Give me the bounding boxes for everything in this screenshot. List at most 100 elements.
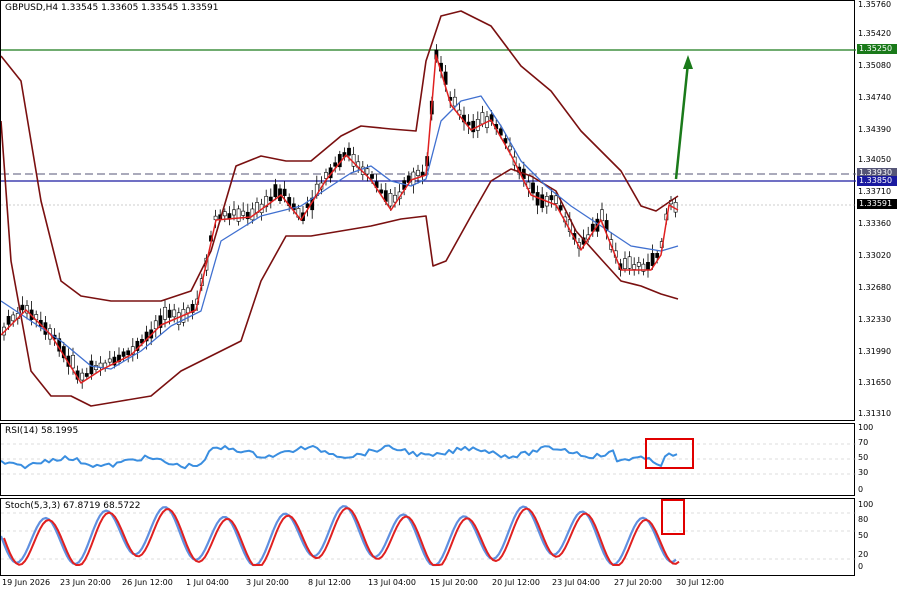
time-tick: 26 Jun 12:00 — [122, 578, 173, 587]
candle-body — [121, 351, 126, 357]
time-axis: 19 Jun 2026 23 Jun 20:00 26 Jun 12:00 1 … — [0, 578, 855, 593]
price-tag-support: 1.33850 — [857, 176, 897, 186]
stoch-d-line — [3, 507, 680, 566]
price-tick: 1.31990 — [858, 347, 892, 356]
time-tick: 13 Jul 04:00 — [368, 578, 416, 587]
candle-body — [186, 307, 190, 314]
candle-body — [480, 112, 485, 125]
price-tick: 1.33360 — [858, 219, 892, 228]
time-tick: 20 Jul 12:00 — [492, 578, 540, 587]
rsi-tick: 0 — [858, 485, 864, 494]
candle-body — [554, 195, 558, 204]
symbol-title: GBPUSD,H4 1.33545 1.33605 1.33545 1.3359… — [5, 3, 219, 13]
rsi-axis: 100 70 50 30 0 — [856, 423, 900, 496]
candle-body — [388, 193, 393, 207]
target-arrow-head — [683, 55, 693, 69]
price-tick: 1.34740 — [858, 93, 892, 102]
stoch-axis: 100 80 50 20 0 — [856, 498, 900, 576]
time-tick: 1 Jul 04:00 — [186, 578, 229, 587]
candle-body — [549, 195, 554, 201]
candle-body — [655, 253, 660, 258]
candle-body — [623, 258, 627, 269]
candle-body — [153, 320, 158, 330]
candle-body — [11, 314, 16, 322]
candle-body — [452, 96, 457, 107]
candle-body — [650, 253, 655, 266]
candle-body — [84, 373, 89, 377]
price-tick: 1.33020 — [858, 251, 892, 260]
candle-body — [370, 174, 374, 179]
rsi-tick: 70 — [858, 438, 869, 447]
price-tick: 1.35080 — [858, 61, 892, 70]
rsi-title: RSI(14) 58.1995 — [5, 426, 79, 436]
price-tick: 1.31650 — [858, 378, 892, 387]
rsi-tick: 50 — [858, 453, 869, 462]
price-axis: 1.35760 1.35420 1.35080 1.34740 1.34390 … — [856, 0, 900, 421]
target-arrow-shaft — [674, 62, 690, 180]
candle-body — [163, 306, 167, 320]
candle-body — [71, 354, 75, 369]
price-tick: 1.34050 — [858, 155, 892, 164]
candle-body — [347, 147, 351, 156]
rsi-tick: 30 — [858, 468, 869, 477]
candle-body — [282, 188, 287, 196]
time-tick: 23 Jun 20:00 — [60, 578, 111, 587]
stoch-highlight-box — [661, 499, 685, 535]
price-tick: 1.35420 — [858, 29, 892, 38]
candle-body — [241, 210, 246, 216]
rsi-pane[interactable]: RSI(14) 58.1995 — [0, 423, 856, 497]
candle-body — [365, 168, 370, 175]
rsi-chart[interactable] — [1, 424, 856, 497]
stoch-tick: 50 — [858, 531, 869, 540]
price-tick: 1.34390 — [858, 125, 892, 134]
price-chart[interactable] — [1, 1, 856, 422]
candle-body — [627, 256, 632, 269]
time-tick: 27 Jul 20:00 — [614, 578, 662, 587]
candle-body — [475, 119, 480, 131]
time-tick: 23 Jul 04:00 — [552, 578, 600, 587]
time-tick: 8 Jul 12:00 — [308, 578, 351, 587]
candle-body — [636, 262, 641, 267]
main-chart-pane[interactable]: GBPUSD,H4 1.33545 1.33605 1.33545 1.3359… — [0, 0, 856, 422]
time-tick: 3 Jul 20:00 — [246, 578, 289, 587]
stoch-tick: 0 — [858, 562, 864, 571]
candle-body — [236, 208, 241, 222]
candle-body — [126, 350, 131, 356]
stochastic-pane[interactable]: Stoch(5,3,3) 67.8719 68.5722 — [0, 498, 856, 576]
price-tick: 1.32330 — [858, 315, 892, 324]
stoch-k-line — [1, 505, 677, 567]
candle-body — [268, 196, 273, 202]
stoch-tick: 80 — [858, 515, 869, 524]
candle-body — [540, 194, 545, 208]
price-tick: 1.31310 — [858, 409, 892, 418]
candle-body — [107, 358, 112, 363]
rsi-tick: 100 — [858, 423, 874, 432]
candle-body — [89, 360, 94, 375]
candle-body — [222, 211, 227, 217]
time-tick: 19 Jun 2026 — [2, 578, 51, 587]
price-tick: 1.32680 — [858, 283, 892, 292]
price-tick: 1.35760 — [858, 0, 892, 9]
price-tick: 1.33710 — [858, 187, 892, 196]
candle-body — [167, 309, 172, 318]
time-tick: 15 Jul 20:00 — [430, 578, 478, 587]
time-tick: 30 Jul 12:00 — [676, 578, 724, 587]
candle-body — [80, 372, 85, 381]
stoch-tick: 20 — [858, 550, 869, 559]
candle-body — [273, 184, 278, 198]
candle-body — [508, 145, 512, 151]
stoch-title: Stoch(5,3,3) 67.8719 68.5722 — [5, 501, 141, 511]
candle-body — [632, 264, 637, 270]
candle-body — [333, 162, 338, 167]
fast-moving-average — [1, 54, 679, 384]
price-tag-resistance: 1.35250 — [857, 44, 897, 54]
stoch-tick: 100 — [858, 500, 874, 509]
candle-body — [558, 205, 563, 211]
candle-body — [20, 304, 25, 311]
candle-body — [172, 309, 177, 318]
candle-body — [6, 316, 11, 325]
candle-body — [646, 261, 650, 271]
candle-body — [531, 182, 535, 194]
candle-body — [416, 169, 420, 176]
price-tag-current: 1.33591 — [857, 199, 897, 209]
